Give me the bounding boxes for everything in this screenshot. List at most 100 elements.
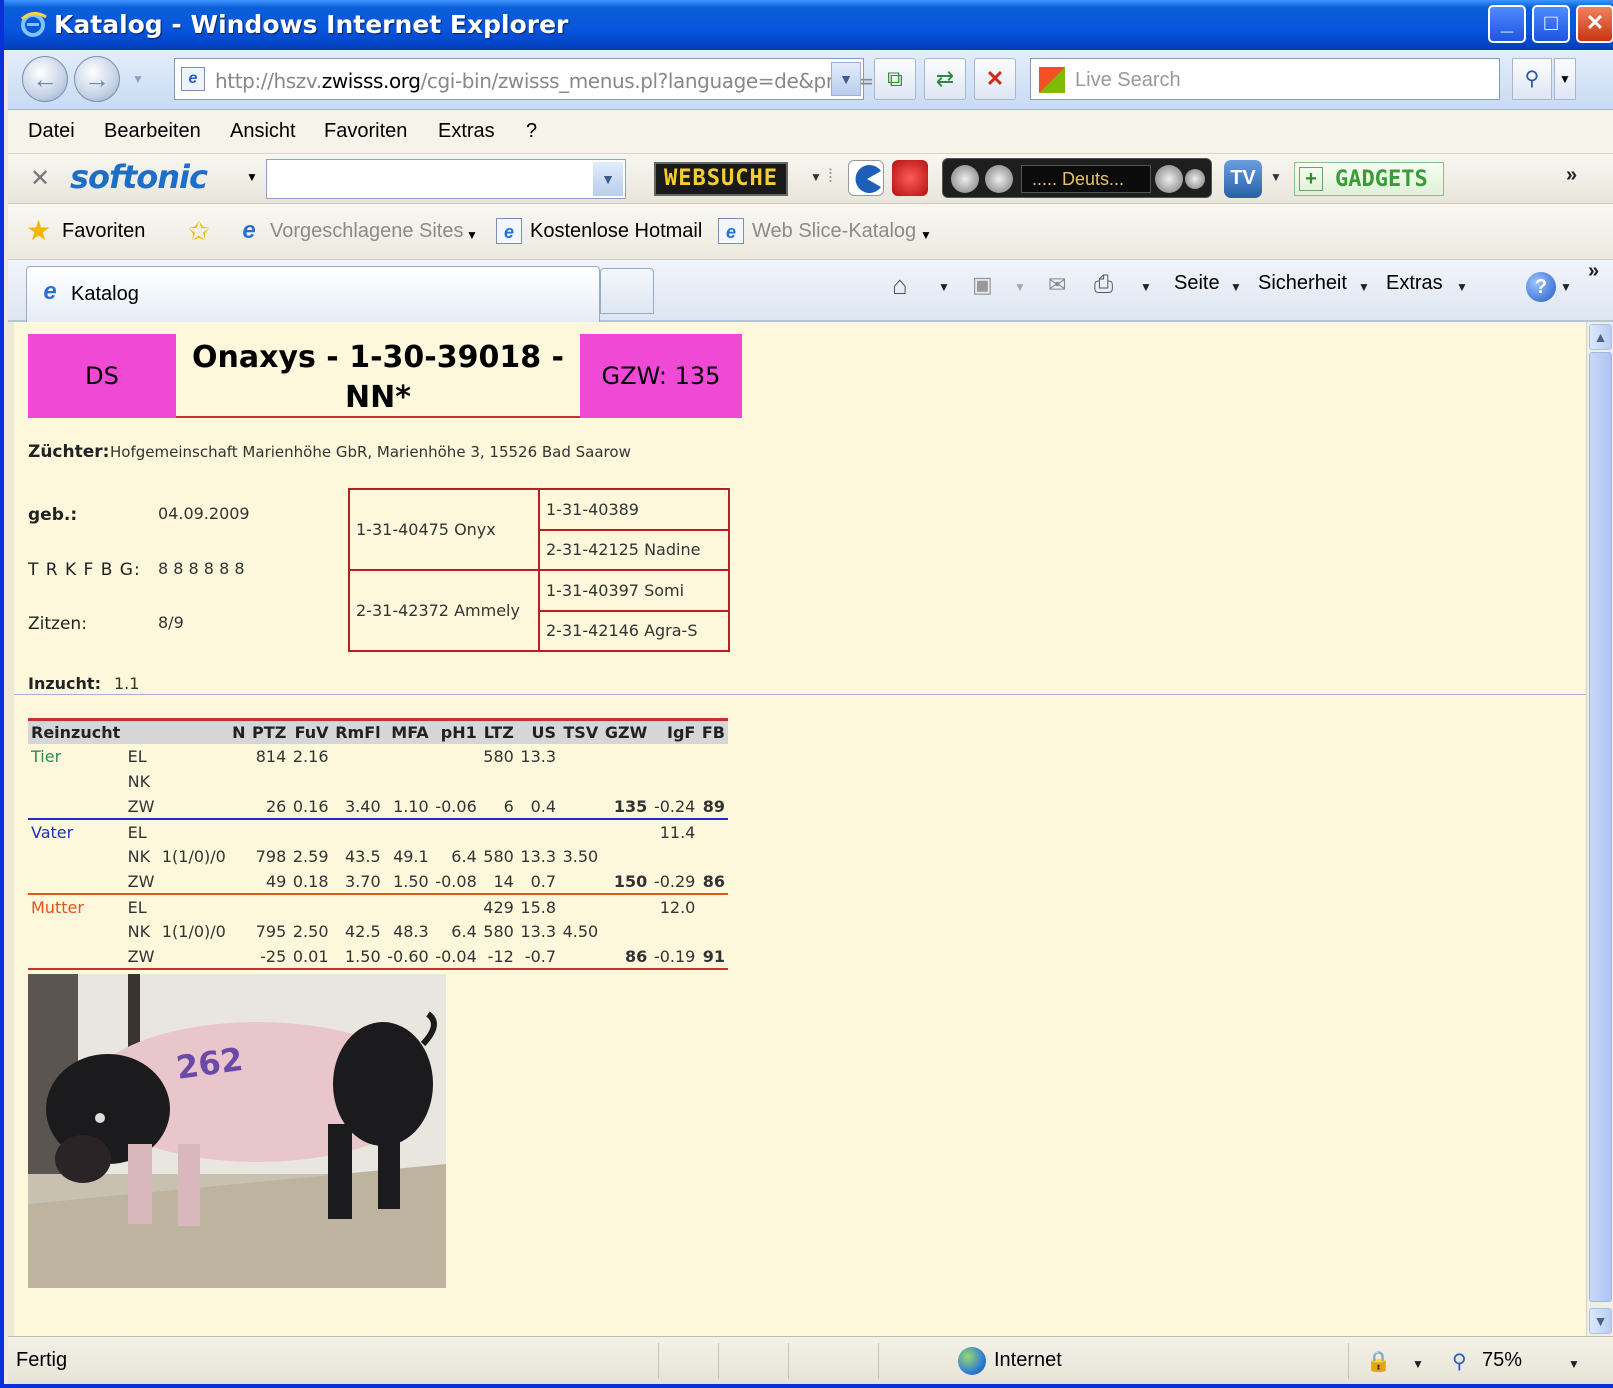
tools-menu[interactable]: Extras xyxy=(1386,272,1443,295)
performance-header-cell: PTZ xyxy=(248,718,290,744)
radio-volume-icon[interactable] xyxy=(1155,165,1183,193)
rss-feed-icon[interactable]: ▣ xyxy=(972,270,993,300)
toolbar-overflow-chevron-icon[interactable]: » xyxy=(1566,164,1577,187)
home-dropdown-icon[interactable]: ▼ xyxy=(938,280,950,294)
performance-cell xyxy=(432,744,480,769)
protected-mode-dropdown-icon[interactable]: ▼ xyxy=(1412,1357,1424,1371)
mail-icon[interactable]: ✉ xyxy=(1048,270,1066,300)
performance-type-label: NK xyxy=(127,847,151,866)
performance-cell xyxy=(158,794,229,819)
tv-dropdown-icon[interactable]: ▼ xyxy=(1270,170,1282,184)
stop-button[interactable]: ✕ xyxy=(974,58,1016,100)
performance-cell xyxy=(229,769,249,794)
performance-type-label: NK xyxy=(127,922,151,941)
mario-game-icon[interactable] xyxy=(892,160,928,196)
zoom-level[interactable]: 75% xyxy=(1482,1349,1522,1372)
performance-cell: 798 xyxy=(255,847,287,866)
page-menu[interactable]: Seite xyxy=(1174,272,1220,295)
radio-mute-icon[interactable] xyxy=(1185,169,1205,189)
tv-button[interactable]: TV xyxy=(1224,160,1262,198)
command-overflow-chevron-icon[interactable]: » xyxy=(1588,260,1599,283)
radio-stop-icon[interactable] xyxy=(951,165,979,193)
performance-cell xyxy=(157,944,229,970)
performance-cell xyxy=(228,893,249,919)
performance-type-label: EL xyxy=(127,747,147,766)
softonic-logo[interactable]: softonic xyxy=(70,158,208,196)
performance-cell xyxy=(229,744,249,769)
print-icon[interactable]: ⎙ xyxy=(1094,270,1113,300)
menu-extras[interactable]: Extras xyxy=(438,120,495,143)
tools-menu-dropdown-icon[interactable]: ▼ xyxy=(1456,280,1468,294)
favorites-button[interactable]: Favoriten xyxy=(62,220,145,243)
home-icon[interactable]: ⌂ xyxy=(892,270,908,300)
feed-dropdown-icon[interactable]: ▼ xyxy=(1014,280,1026,294)
new-tab-button[interactable] xyxy=(600,268,654,314)
websuche-button[interactable]: WEBSUCHE xyxy=(654,162,788,196)
radio-station-select[interactable]: ..... Deuts... xyxy=(1021,165,1151,193)
history-dropdown-icon[interactable]: ▼ xyxy=(132,72,144,86)
webslice-page-icon: e xyxy=(718,218,744,244)
search-input[interactable]: Live Search xyxy=(1030,58,1500,100)
pacman-game-icon[interactable] xyxy=(848,160,884,196)
menu-favoriten[interactable]: Favoriten xyxy=(324,120,407,143)
add-to-favorites-icon[interactable]: ✩ xyxy=(188,218,216,246)
compatibility-view-button[interactable]: ⧉ xyxy=(874,58,916,100)
menu-ansicht[interactable]: Ansicht xyxy=(230,120,296,143)
scroll-up-button[interactable]: ▲ xyxy=(1589,324,1612,350)
web-slice-gallery-link[interactable]: Web Slice-Katalog xyxy=(752,220,916,243)
websuche-dropdown-icon[interactable]: ▼ xyxy=(810,170,822,184)
performance-header-cell: IgF xyxy=(650,718,699,744)
back-button[interactable]: ← xyxy=(22,56,68,102)
maximize-button[interactable]: □ xyxy=(1532,5,1570,43)
performance-cell xyxy=(559,744,601,769)
vertical-scrollbar[interactable]: ▲ ▼ xyxy=(1586,322,1613,1336)
help-dropdown-icon[interactable]: ▼ xyxy=(1560,280,1572,294)
zoom-dropdown-icon[interactable]: ▼ xyxy=(1568,1357,1580,1371)
performance-cell xyxy=(698,919,728,944)
softonic-search-dropdown[interactable]: ▼ xyxy=(593,162,623,196)
scroll-thumb[interactable] xyxy=(1589,352,1612,1302)
print-dropdown-icon[interactable]: ▼ xyxy=(1140,280,1152,294)
performance-cell xyxy=(559,893,602,919)
zoom-icon[interactable]: ⚲ xyxy=(1452,1349,1467,1374)
close-window-button[interactable]: ✕ xyxy=(1576,5,1613,43)
radio-play-icon[interactable] xyxy=(985,165,1013,193)
softonic-dropdown-icon[interactable]: ▼ xyxy=(246,170,258,184)
performance-cell: 6 xyxy=(503,796,514,816)
menu-help[interactable]: ? xyxy=(526,120,537,143)
radio-player[interactable]: ..... Deuts... xyxy=(942,158,1212,198)
menu-bearbeiten[interactable]: Bearbeiten xyxy=(104,120,201,143)
gadgets-button[interactable]: + GADGETS xyxy=(1294,162,1444,196)
performance-row: Vater EL 11.4 xyxy=(28,818,728,844)
web-slice-dropdown-icon[interactable]: ▼ xyxy=(920,228,932,242)
page-menu-dropdown-icon[interactable]: ▼ xyxy=(1230,280,1242,294)
protected-mode-icon[interactable]: 🔒 xyxy=(1366,1349,1391,1374)
search-options-dropdown[interactable]: ▼ xyxy=(1554,58,1576,100)
refresh-button[interactable]: ⇄ xyxy=(924,58,966,100)
suggested-sites-link[interactable]: Vorgeschlagene Sites xyxy=(270,220,463,243)
forward-button[interactable]: → xyxy=(74,56,120,102)
performance-cell: 6.4 xyxy=(451,922,477,941)
close-toolbar-icon[interactable]: ✕ xyxy=(30,164,50,193)
safety-menu[interactable]: Sicherheit xyxy=(1258,272,1347,295)
separator-icon: ⁞ xyxy=(828,166,834,186)
tab-katalog[interactable]: e Katalog xyxy=(26,266,600,322)
address-dropdown-button[interactable]: ▼ xyxy=(831,62,861,96)
softonic-search-input[interactable]: ▼ xyxy=(266,159,626,199)
minimize-button[interactable]: _ xyxy=(1488,5,1526,43)
help-icon[interactable]: ? xyxy=(1526,272,1556,302)
safety-menu-dropdown-icon[interactable]: ▼ xyxy=(1358,280,1370,294)
menu-datei[interactable]: Datei xyxy=(28,120,75,143)
hotmail-link[interactable]: Kostenlose Hotmail xyxy=(530,220,702,243)
address-bar[interactable]: e http://hszv.zwisss.org/cgi-bin/zwisss_… xyxy=(174,58,874,100)
performance-cell: 6.4 xyxy=(451,847,477,866)
search-button[interactable]: ⚲ xyxy=(1512,58,1552,100)
suggested-sites-dropdown-icon[interactable]: ▼ xyxy=(466,228,478,242)
status-separator xyxy=(658,1343,659,1379)
internet-zone-icon xyxy=(958,1347,986,1375)
softonic-toolbar: ✕ softonic ▼ ▼ WEBSUCHE ▼ ⁞ ..... Deuts.… xyxy=(8,154,1613,204)
performance-type-label: ZW xyxy=(127,796,155,816)
performance-cell xyxy=(698,844,728,869)
url-text[interactable]: http://hszv.zwisss.org/cgi-bin/zwisss_me… xyxy=(215,69,874,93)
scroll-down-button[interactable]: ▼ xyxy=(1589,1308,1612,1334)
